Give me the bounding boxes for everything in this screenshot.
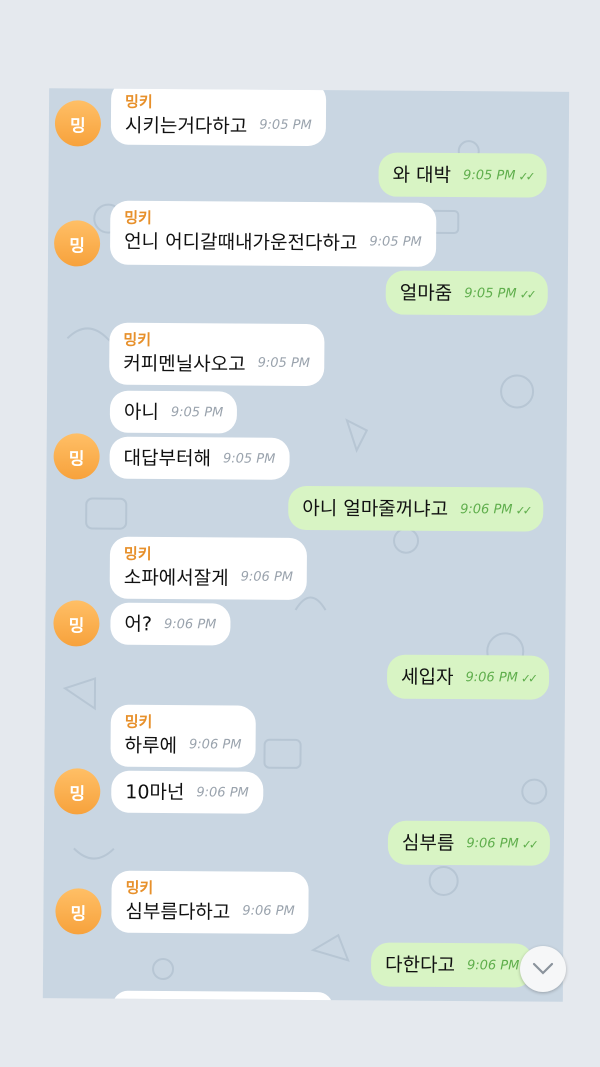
message-bubble-outgoing[interactable]: 세입자 9:06 PM ✓✓ [386,654,550,700]
message-time: 9:06 PM [196,784,249,801]
message-bubble-incoming[interactable]: 밍키 언니 어디갈때내가운전다하고 9:05 PM [109,200,437,267]
avatar[interactable]: 밍 [54,100,102,147]
sender-name: 밍키 [123,544,152,563]
avatar[interactable]: 밍 [53,220,101,267]
message-bubble-incoming[interactable]: 밍키 커피멘닐사오고 9:05 PM [109,322,325,387]
message-text: 아니 얼마줄꺼냐고 [302,497,449,521]
message-text: 하루에 [124,734,178,758]
chat-area[interactable]: 밍 밍 밍 밍 밍 밍 밍키 시키는거다하고 9:05 PM 와 대박 9:05 P… [42,88,570,1002]
message-time: 9:05 PM [369,234,422,250]
sender-name: 밍키 [125,92,153,111]
message-text: 아니 [123,401,159,424]
sender-name: 밍키 [123,330,152,349]
message-time: 9:06 PM [240,569,294,585]
message-time: 9:06 PM [465,669,518,685]
message-text: 심부름 [401,832,455,855]
read-checkmark-icon: ✓✓ [520,671,536,686]
message-text: 대답부터해 [123,447,212,470]
message-time: 9:06 PM [163,616,217,632]
message-time: 9:05 PM [464,285,517,301]
avatar[interactable]: 밍 [54,768,101,815]
message-bubble-outgoing[interactable]: 심부름 9:06 PM ✓✓ [387,820,551,866]
read-checkmark-icon: ✓✓ [518,168,533,184]
message-text: 세입자 [401,666,454,689]
avatar[interactable]: 밍 [53,433,100,480]
message-text: 언니 어디갈때내가운전다하고 [124,230,358,255]
sender-name: 밍키 [124,712,153,731]
sender-name: 밍키 [124,208,152,227]
message-bubble-incoming[interactable]: 밍키 심부름다하고 9:06 PM [111,870,309,935]
message-bubble-outgoing[interactable]: 다한다고 9:06 PM [370,942,534,988]
message-time: 9:05 PM [170,404,224,420]
message-bubble-incoming[interactable]: 밍키 소파에서잘게 9:06 PM [109,536,308,601]
message-text: 시키는거다하고 [124,114,248,138]
message-bubble-incoming[interactable]: 10마넌 9:06 PM [111,770,263,814]
message-text: 10마넌 [125,781,185,804]
read-checkmark-icon: ✓✓ [521,837,536,852]
chevron-down-icon [532,962,554,975]
message-time: 9:05 PM [222,450,276,467]
avatar-initial: 밍 [68,448,85,469]
message-time: 9:05 PM [463,167,516,183]
message-time: 9:05 PM [257,355,311,372]
avatar-initial: 밍 [70,903,87,924]
scroll-down-button[interactable] [520,946,566,992]
message-time: 9:06 PM [460,501,513,517]
message-time: 9:06 PM [466,835,519,851]
sender-name: 밍키 [125,878,154,897]
message-text: 어? [124,613,153,636]
message-text: 커피멘닐사오고 [123,352,246,376]
message-bubble-incoming[interactable] [112,990,333,1002]
message-text: 얼마줌 [399,282,453,305]
avatar-initial: 밍 [68,615,85,636]
message-time: 9:06 PM [466,957,520,973]
message-bubble-outgoing[interactable]: 얼마줌 9:05 PM ✓✓ [385,270,548,316]
avatar[interactable]: 밍 [55,888,102,935]
message-time: 9:06 PM [189,737,242,753]
message-bubble-incoming[interactable]: 어? 9:06 PM [110,602,231,646]
message-time: 9:05 PM [259,117,312,134]
message-bubble-incoming[interactable]: 대답부터해 9:05 PM [109,436,290,480]
avatar-initial: 밍 [69,235,85,256]
avatar-initial: 밍 [70,115,86,136]
message-text: 다한다고 [384,954,456,977]
message-bubble-outgoing[interactable]: 아니 얼마줄꺼냐고 9:06 PM ✓✓ [288,485,544,532]
avatar[interactable]: 밍 [53,600,100,647]
message-bubble-outgoing[interactable]: 와 대박 9:05 PM ✓✓ [378,152,547,198]
message-text: 와 대박 [392,164,452,187]
message-time: 9:06 PM [242,903,295,919]
message-bubble-incoming[interactable]: 아니 9:05 PM [109,390,238,434]
read-checkmark-icon: ✓✓ [515,502,530,518]
message-bubble-incoming[interactable]: 밍키 하루에 9:06 PM [110,704,256,768]
message-bubble-incoming[interactable]: 밍키 시키는거다하고 9:05 PM [110,88,326,147]
message-text: 심부름다하고 [125,900,231,924]
message-text: 소파에서잘게 [123,566,229,590]
avatar-initial: 밍 [69,783,86,804]
read-checkmark-icon: ✓✓ [519,286,534,302]
